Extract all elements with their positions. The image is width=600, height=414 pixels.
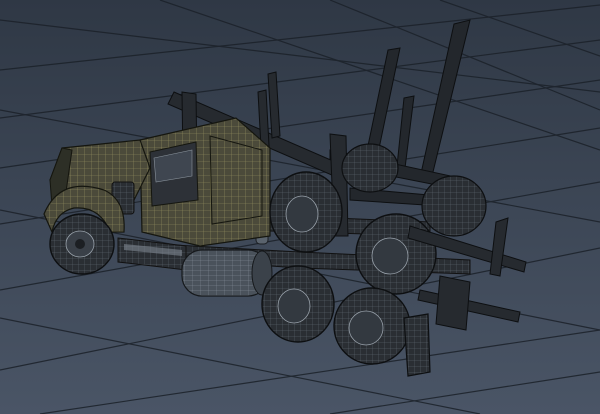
fuel-tank	[181, 249, 273, 297]
mud-flap	[403, 313, 431, 377]
3d-viewport[interactable]	[0, 0, 600, 414]
viewport-canvas[interactable]	[0, 0, 600, 414]
front-wheel	[49, 213, 115, 275]
truck-cab	[139, 117, 271, 247]
